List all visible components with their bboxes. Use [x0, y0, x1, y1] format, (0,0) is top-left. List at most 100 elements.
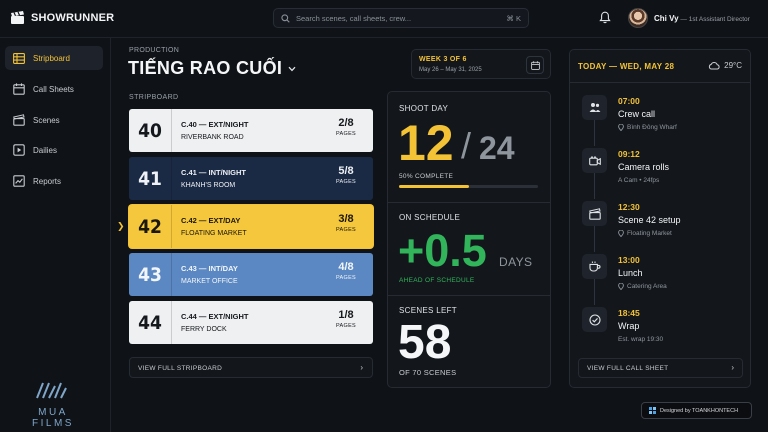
strip-pages-label: PAGES: [335, 275, 357, 281]
clapperboard-logo-icon: [11, 11, 24, 24]
sidebar-item-label: Call Sheets: [33, 84, 74, 94]
strip-pages: 4/8 PAGES: [331, 261, 361, 281]
strip-location: FERRY DOCK: [181, 326, 227, 333]
event-detail: Bình Đông Wharf: [618, 124, 677, 131]
search-input[interactable]: Search scenes, call sheets, crew...: [296, 14, 500, 23]
week-selector[interactable]: WEEK 3 OF 6 May 26 – May 31, 2025: [411, 49, 551, 79]
user-name: Chi Vy: [654, 14, 679, 23]
notifications-button[interactable]: [599, 11, 611, 29]
calendar-button[interactable]: [526, 56, 544, 74]
week-dates: May 26 – May 31, 2025: [419, 67, 482, 73]
event-detail-text: Floating Market: [627, 230, 672, 237]
strip-heading: C.40 — EXT/NIGHT: [181, 120, 249, 129]
search-icon: [281, 13, 290, 23]
stripboard-label: STRIPBOARD: [129, 94, 179, 101]
search-bar[interactable]: Search scenes, call sheets, crew... ⌘ K: [273, 8, 529, 28]
sidebar-item-scenes[interactable]: Scenes: [5, 108, 103, 132]
schedule-value: +0.5: [398, 225, 487, 276]
production-title: TIẾNG RAO CUỐI: [128, 58, 283, 78]
event-detail: Est. wrap 19:30: [618, 336, 663, 343]
check-circle-icon: [582, 307, 607, 332]
event-time: 18:45: [618, 308, 640, 318]
sidebar-item-stripboard[interactable]: Stripboard: [5, 46, 103, 70]
strip-number: 41: [129, 157, 172, 200]
event-detail: Catering Area: [618, 283, 667, 290]
clapperboard-icon: [13, 114, 25, 126]
timeline-connector: [594, 226, 595, 252]
cloud-icon: [709, 61, 720, 70]
divider: [388, 295, 550, 296]
map-pin-icon: [618, 124, 624, 131]
strip-heading: C.44 — EXT/NIGHT: [181, 312, 249, 321]
sidebar-item-dailies[interactable]: Dailies: [5, 138, 103, 162]
view-full-stripboard-button[interactable]: VIEW FULL STRIPBOARD ›: [129, 357, 373, 378]
strip-pages: 5/8 PAGES: [331, 165, 361, 185]
schedule-unit: DAYS: [499, 255, 533, 269]
week-title: WEEK 3 OF 6: [419, 56, 467, 63]
avatar[interactable]: [628, 8, 648, 28]
strip-pages-value: 5/8: [338, 165, 354, 177]
app-brand[interactable]: SHOWRUNNER: [10, 11, 114, 25]
designer-credit[interactable]: Designed by TOANKHONTECH: [641, 402, 752, 419]
sidebar-item-reports[interactable]: Reports: [5, 169, 103, 193]
stripboard-icon: [13, 52, 25, 64]
top-bar: SHOWRUNNER Search scenes, call sheets, c…: [0, 0, 768, 38]
strip-pages-label: PAGES: [335, 131, 357, 137]
strip-location: RIVERBANK ROAD: [181, 134, 244, 141]
strip-scene-41[interactable]: 41 C.41 — INT/NIGHT KHANH'S ROOM 5/8 PAGES: [129, 157, 373, 200]
strip-scene-43[interactable]: 43 C.43 — INT/DAY MARKET OFFICE 4/8 PAGES: [129, 253, 373, 296]
strip-heading: C.42 — EXT/DAY: [181, 216, 241, 225]
event-detail: Floating Market: [618, 230, 672, 237]
current-strip-marker-icon: ❯: [117, 221, 125, 231]
sidebar-item-label: Scenes: [33, 115, 60, 125]
shoot-progress-text: 50% COMPLETE: [399, 173, 454, 180]
weather-temp: 29°C: [724, 61, 742, 70]
schedule-label: ON SCHEDULE: [399, 213, 461, 222]
event-time: 12:30: [618, 202, 640, 212]
schedule-status: AHEAD OF SCHEDULE: [399, 277, 475, 284]
timeline-connector: [594, 279, 595, 305]
stats-panel: SHOOT DAY 12 / 24 50% COMPLETE ON SCHEDU…: [387, 91, 551, 388]
timeline-connector: [594, 120, 595, 146]
shoot-day-label: SHOOT DAY: [399, 104, 449, 113]
user-info[interactable]: Chi Vy — 1st Assistant Director: [654, 14, 750, 23]
chevron-right-icon: ›: [360, 363, 363, 372]
search-shortcut: ⌘ K: [506, 13, 521, 23]
shoot-progress-bar: [399, 185, 538, 188]
strip-pages-value: 3/8: [338, 213, 354, 225]
studio-logo-text: MUA FILMS: [32, 407, 74, 429]
event-time: 07:00: [618, 96, 640, 106]
calendar-icon: [530, 60, 540, 70]
strip-pages: 2/8 PAGES: [331, 117, 361, 137]
view-full-call-sheet-label: VIEW FULL CALL SHEET: [587, 365, 669, 372]
event-title: Wrap: [618, 321, 640, 331]
camera-icon: [582, 148, 607, 173]
strip-scene-44[interactable]: 44 C.44 — EXT/NIGHT FERRY DOCK 1/8 PAGES: [129, 301, 373, 344]
strip-location: MARKET OFFICE: [181, 278, 238, 285]
map-pin-icon: [618, 230, 624, 237]
timeline-connector: [594, 173, 595, 199]
scenes-left-value: 58: [398, 316, 452, 369]
strip-heading: C.43 — INT/DAY: [181, 264, 238, 273]
strip-scene-40[interactable]: 40 C.40 — EXT/NIGHT RIVERBANK ROAD 2/8 PAGES: [129, 109, 373, 152]
shoot-day-total: 24: [479, 130, 515, 166]
chevron-right-icon: ›: [731, 363, 734, 372]
strip-pages-label: PAGES: [335, 179, 357, 185]
map-pin-icon: [618, 283, 624, 290]
strip-location: KHANH'S ROOM: [181, 182, 236, 189]
event-detail-text: A Cam • 24fps: [618, 177, 660, 184]
shoot-progress-fill: [399, 185, 469, 188]
event-title: Scene 42 setup: [618, 215, 681, 225]
weather: 29°C: [708, 61, 742, 70]
strip-pages: 3/8 PAGES: [331, 213, 361, 233]
divider: [388, 202, 550, 203]
chevron-down-icon: [288, 66, 296, 71]
sidebar-item-label: Reports: [33, 176, 62, 186]
shoot-day-separator: /: [461, 125, 472, 166]
view-full-call-sheet-button[interactable]: VIEW FULL CALL SHEET ›: [578, 358, 743, 378]
view-full-stripboard-label: VIEW FULL STRIPBOARD: [138, 365, 223, 372]
sidebar-item-call-sheets[interactable]: Call Sheets: [5, 77, 103, 101]
strip-scene-42[interactable]: 42 C.42 — EXT/DAY FLOATING MARKET 3/8 PAGES: [129, 205, 373, 248]
clapperboard-icon: [582, 201, 607, 226]
production-selector[interactable]: TIẾNG RAO CUỐI: [128, 58, 296, 79]
